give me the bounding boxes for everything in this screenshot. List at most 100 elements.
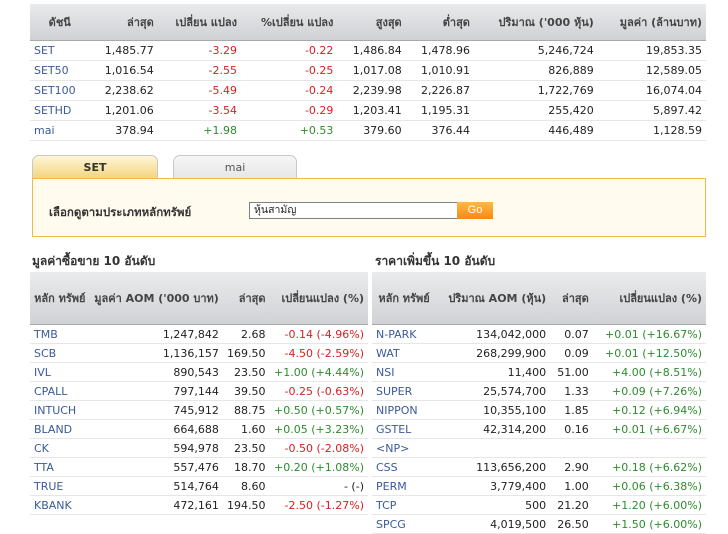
symbol-link[interactable]: WAT bbox=[372, 343, 436, 363]
table-row[interactable]: TTA 557,476 18.70 +0.20 (+1.08%) bbox=[30, 457, 368, 477]
table-row[interactable]: IVL 890,543 23.50 +1.00 (+4.44%) bbox=[30, 362, 368, 382]
symbol-link[interactable]: CK bbox=[30, 438, 90, 458]
change-pct: +0.12 (+6.94%) bbox=[592, 400, 706, 420]
symbol-link[interactable]: <NP> bbox=[372, 438, 436, 458]
index-last: 1,201.06 bbox=[89, 100, 158, 121]
index-pct-change: -0.25 bbox=[240, 60, 338, 81]
table-row[interactable]: BLAND 664,688 1.60 +0.05 (+3.23%) bbox=[30, 419, 368, 439]
table-row[interactable]: SPCG 4,019,500 26.50 +1.50 (+6.00%) bbox=[372, 514, 706, 534]
change-pct: +0.09 (+7.26%) bbox=[592, 381, 706, 401]
index-row[interactable]: SET 1,485.77 -3.29 -0.22 1,486.84 1,478.96 5,2… bbox=[30, 40, 706, 61]
aom-value: 1,247,842 bbox=[89, 324, 223, 344]
last-price: 88.75 bbox=[222, 400, 270, 420]
index-volume: 826,889 bbox=[473, 60, 598, 81]
table-row[interactable]: SUPER 25,574,700 1.33 +0.09 (+7.26%) bbox=[372, 381, 706, 401]
last-price bbox=[550, 438, 593, 458]
aom-volume: 268,299,900 bbox=[436, 343, 551, 363]
symbol-link[interactable]: N-PARK bbox=[372, 324, 436, 344]
symbol-link[interactable]: CPALL bbox=[30, 381, 90, 401]
table-row[interactable]: KBANK 472,161 194.50 -2.50 (-1.27%) bbox=[30, 495, 368, 515]
table-row[interactable]: INTUCH 745,912 88.75 +0.50 (+0.57%) bbox=[30, 400, 368, 420]
symbol-link[interactable]: INTUCH bbox=[30, 400, 90, 420]
index-value: 1,128.59 bbox=[597, 120, 706, 141]
index-row[interactable]: SETHD 1,201.06 -3.54 -0.29 1,203.41 1,195.31 2… bbox=[30, 100, 706, 121]
index-name-link[interactable]: SET100 bbox=[30, 80, 90, 101]
header-change-pct: เปลี่ยนแปลง (%) bbox=[592, 272, 706, 325]
table-row[interactable]: CPALL 797,144 39.50 -0.25 (-0.63%) bbox=[30, 381, 368, 401]
header-value: มูลค่า (ล้านบาท) bbox=[597, 4, 706, 41]
table-row[interactable]: TRUE 514,764 8.60- (-) bbox=[30, 476, 368, 496]
table-row[interactable]: WAT 268,299,900 0.09 +0.01 (+12.50%) bbox=[372, 343, 706, 363]
symbol-link[interactable]: TTA bbox=[30, 457, 90, 477]
change-pct: +1.20 (+6.00%) bbox=[592, 495, 706, 515]
tab-mai[interactable]: mai bbox=[173, 155, 297, 179]
table-row[interactable]: PERM 3,779,400 1.00 +0.06 (+6.38%) bbox=[372, 476, 706, 496]
aom-value: 1,136,157 bbox=[89, 343, 223, 363]
index-volume: 5,246,724 bbox=[473, 40, 598, 61]
index-volume: 1,722,769 bbox=[473, 80, 598, 101]
index-name-link[interactable]: SETHD bbox=[30, 100, 90, 121]
aom-volume bbox=[436, 438, 551, 458]
index-row[interactable]: mai 378.94 +1.98 +0.53 379.60 376.44 446,489 1,… bbox=[30, 120, 706, 141]
symbol-link[interactable]: IVL bbox=[30, 362, 90, 382]
symbol-link[interactable]: NIPPON bbox=[372, 400, 436, 420]
last-price: 169.50 bbox=[222, 343, 270, 363]
change-pct: - (-) bbox=[269, 476, 368, 496]
top-value-title: มูลค่าซื้อขาย 10 อันดับ bbox=[32, 254, 156, 268]
symbol-link[interactable]: SUPER bbox=[372, 381, 436, 401]
index-high: 2,239.98 bbox=[337, 80, 406, 101]
index-change: +1.98 bbox=[157, 120, 241, 141]
index-volume: 255,420 bbox=[473, 100, 598, 121]
index-row[interactable]: SET50 1,016.54 -2.55 -0.25 1,017.08 1,010.91 8… bbox=[30, 60, 706, 81]
filter-panel: เลือกดูตามประเภทหลักทรัพย์ หุ้นสามัญ ▼ G… bbox=[32, 178, 706, 237]
table-row[interactable]: <NP> bbox=[372, 438, 706, 458]
table-row[interactable]: TMB 1,247,842 2.68 -0.14 (-4.96%) bbox=[30, 324, 368, 344]
table-row[interactable]: CSS 113,656,200 2.90 +0.18 (+6.62%) bbox=[372, 457, 706, 477]
index-change: -3.54 bbox=[157, 100, 241, 121]
index-value: 12,589.05 bbox=[597, 60, 706, 81]
symbol-link[interactable]: SPCG bbox=[372, 514, 436, 534]
last-price: 23.50 bbox=[222, 362, 270, 382]
symbol-link[interactable]: BLAND bbox=[30, 419, 90, 439]
change-pct: -0.50 (-2.08%) bbox=[269, 438, 368, 458]
last-price: 39.50 bbox=[222, 381, 270, 401]
index-last: 378.94 bbox=[89, 120, 158, 141]
symbol-link[interactable]: PERM bbox=[372, 476, 436, 496]
symbol-link[interactable]: KBANK bbox=[30, 495, 90, 515]
change-pct: -0.25 (-0.63%) bbox=[269, 381, 368, 401]
symbol-link[interactable]: SCB bbox=[30, 343, 90, 363]
index-name-link[interactable]: mai bbox=[30, 120, 90, 141]
aom-volume: 4,019,500 bbox=[436, 514, 551, 534]
index-last: 1,016.54 bbox=[89, 60, 158, 81]
table-row[interactable]: CK 594,978 23.50 -0.50 (-2.08%) bbox=[30, 438, 368, 458]
symbol-link[interactable]: CSS bbox=[372, 457, 436, 477]
symbol-link[interactable]: TCP bbox=[372, 495, 436, 515]
security-type-select[interactable]: หุ้นสามัญ ▼ bbox=[249, 202, 476, 219]
index-low: 1,478.96 bbox=[405, 40, 474, 61]
aom-value: 890,543 bbox=[89, 362, 223, 382]
symbol-link[interactable]: TMB bbox=[30, 324, 90, 344]
index-name-link[interactable]: SET bbox=[30, 40, 90, 61]
table-row[interactable]: GSTEL 42,314,200 0.16 +0.01 (+6.67%) bbox=[372, 419, 706, 439]
index-change: -2.55 bbox=[157, 60, 241, 81]
table-row[interactable]: NIPPON 10,355,100 1.85 +0.12 (+6.94%) bbox=[372, 400, 706, 420]
aom-volume: 134,042,000 bbox=[436, 324, 551, 344]
go-button[interactable]: Go bbox=[457, 202, 493, 219]
symbol-link[interactable]: GSTEL bbox=[372, 419, 436, 439]
table-row[interactable]: SCB 1,136,157 169.50 -4.50 (-2.59%) bbox=[30, 343, 368, 363]
index-name-link[interactable]: SET50 bbox=[30, 60, 90, 81]
change-pct: +0.01 (+16.67%) bbox=[592, 324, 706, 344]
index-change: -3.29 bbox=[157, 40, 241, 61]
symbol-link[interactable]: NSI bbox=[372, 362, 436, 382]
table-row[interactable]: N-PARK 134,042,000 0.07 +0.01 (+16.67%) bbox=[372, 324, 706, 344]
change-pct: +0.18 (+6.62%) bbox=[592, 457, 706, 477]
table-row[interactable]: NSI 11,400 51.00 +4.00 (+8.51%) bbox=[372, 362, 706, 382]
index-row[interactable]: SET100 2,238.62 -5.49 -0.24 2,239.98 2,226.87… bbox=[30, 80, 706, 101]
symbol-link[interactable]: TRUE bbox=[30, 476, 90, 496]
top-gainers-title: ราคาเพิ่มขึ้น 10 อันดับ bbox=[375, 254, 496, 268]
last-price: 0.16 bbox=[550, 419, 593, 439]
last-price: 0.09 bbox=[550, 343, 593, 363]
table-row[interactable]: TCP 500 21.20 +1.20 (+6.00%) bbox=[372, 495, 706, 515]
header-symbol: หลัก ทรัพย์ bbox=[372, 272, 436, 325]
tab-set[interactable]: SET bbox=[32, 155, 158, 179]
